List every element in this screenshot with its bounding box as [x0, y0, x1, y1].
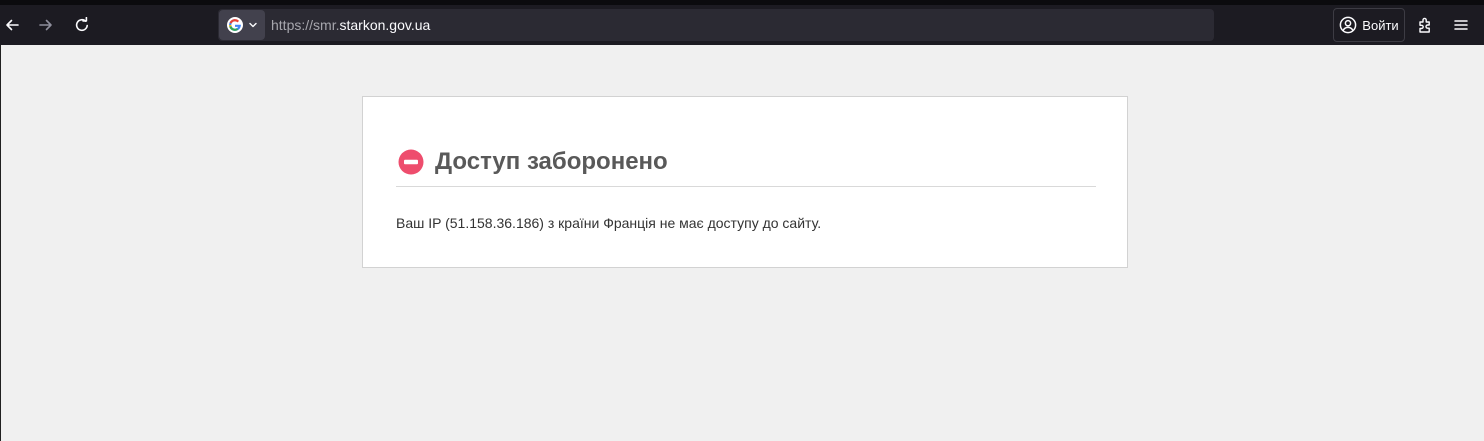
url-domain: starkon.gov.ua: [339, 17, 431, 33]
login-button[interactable]: Войти: [1333, 8, 1405, 42]
card-header: Доступ заборонено: [396, 147, 1096, 187]
browser-toolbar: https://smr.starkon.gov.ua Войти: [0, 5, 1484, 45]
hamburger-menu-icon: [1454, 20, 1468, 30]
forward-button[interactable]: [30, 9, 62, 41]
url-scheme: https://: [271, 17, 314, 33]
url-subdomain: smr.: [313, 17, 340, 33]
access-denied-message: Ваш IP (51.158.36.186) з країни Франція …: [396, 215, 822, 231]
arrow-right-icon: [39, 19, 52, 31]
page-content: Доступ заборонено Ваш IP (51.158.36.186)…: [0, 45, 1484, 441]
back-button[interactable]: [0, 9, 28, 41]
address-bar[interactable]: https://smr.starkon.gov.ua: [218, 9, 1214, 41]
extensions-button[interactable]: [1410, 9, 1442, 41]
account-circle-icon: [1339, 16, 1357, 34]
google-icon: [227, 17, 243, 33]
arrow-left-icon: [6, 19, 19, 31]
search-engine-button[interactable]: [219, 10, 265, 40]
reload-icon: [75, 17, 88, 32]
puzzle-icon: [1419, 17, 1430, 33]
login-label: Войти: [1362, 17, 1399, 33]
access-denied-card: Доступ заборонено Ваш IP (51.158.36.186)…: [362, 96, 1128, 268]
no-entry-icon: [398, 149, 424, 175]
menu-button[interactable]: [1445, 9, 1477, 41]
page-title: Доступ заборонено: [435, 148, 668, 175]
url-text[interactable]: https://smr.starkon.gov.ua: [271, 9, 430, 41]
chevron-down-icon: [249, 22, 257, 28]
reload-button[interactable]: [66, 9, 98, 41]
